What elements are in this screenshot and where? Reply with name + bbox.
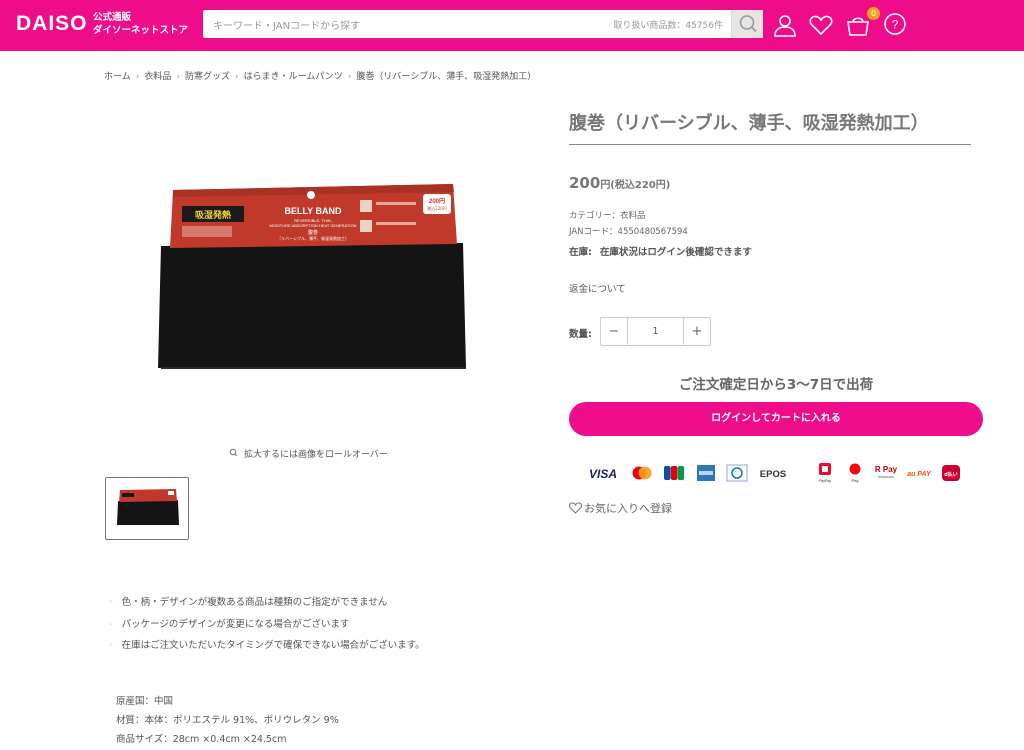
product-price: 200円(税込220円) [569, 173, 670, 192]
package-price-tax: 税込220円 [427, 205, 447, 211]
merpay-logo: Pay [849, 463, 861, 483]
svg-text:au PAY: au PAY [907, 471, 932, 478]
price-value: 200 [569, 174, 601, 192]
breadcrumb-separator: › [176, 72, 180, 82]
quantity-increase-button[interactable]: + [683, 318, 710, 345]
daiso-logo[interactable]: DAISO [16, 12, 88, 36]
product-main-image[interactable]: 吸湿発熱 BELLY BAND REVERSIBLE, THIN, MOISTU… [105, 110, 520, 430]
spec-origin: 原産国：中国 [116, 696, 174, 707]
breadcrumb-haramaki[interactable]: はらまき・ルームパンツ [244, 72, 343, 82]
notes-list: 色・柄・デザインが複数ある商品は種類のご指定ができません パッケージのデザインが… [108, 594, 425, 659]
product-category[interactable]: カテゴリー：衣料品 [569, 209, 646, 221]
breadcrumb-clothing[interactable]: 衣料品 [144, 72, 171, 82]
site-header: DAISO 公式通販 ダイソーネットストア キーワード・JANコードから探す 取… [0, 0, 1024, 51]
package-jp-name: 腹巻 [308, 229, 318, 236]
search-button[interactable] [731, 10, 763, 38]
logo-subtitle[interactable]: 公式通販 ダイソーネットストア [93, 11, 188, 37]
d-barai-logo: d払い [942, 465, 960, 481]
title-divider [569, 144, 971, 145]
svg-text:EPOS: EPOS [760, 469, 786, 480]
product-jan: JANコード：4550480567594 [569, 227, 688, 237]
breadcrumb: ホーム › 衣料品 › 防寒グッズ › はらまき・ルームパンツ › 腹巻（リバーシブル、薄手、吸… [104, 69, 536, 82]
logo-subtitle-line2: ダイソーネットストア [93, 25, 189, 36]
note-item: パッケージのデザインが変更になる場合がございます [108, 616, 425, 638]
spec-size: 商品サイズ：28cm ×0.4cm ×24.5cm [116, 734, 287, 745]
search-input[interactable]: キーワード・JANコードから探す [213, 17, 360, 32]
search-icon [739, 15, 757, 33]
amex-logo [697, 465, 715, 481]
heart-icon[interactable] [808, 12, 834, 38]
magnifier-icon [229, 448, 238, 457]
rakuten-pay-logo: R Pay [875, 465, 898, 478]
help-icon[interactable]: ? [882, 12, 908, 38]
package-title: BELLY BAND [284, 206, 342, 216]
svg-text:?: ? [892, 18, 899, 32]
note-item: 在庫はご注文いただいたタイミングで確保できない場合がございます。 [108, 637, 425, 659]
diners-logo [726, 464, 748, 482]
logo-subtitle-line1: 公式通販 [93, 12, 132, 23]
product-count: 取り扱い商品数：45756件 [613, 21, 723, 31]
refund-link[interactable]: 返金について [569, 281, 626, 295]
quantity-input[interactable]: 1 [628, 318, 683, 345]
svg-text:Pay: Pay [852, 478, 859, 483]
product-thumbnail[interactable] [105, 477, 189, 540]
heart-outline-icon [568, 502, 583, 514]
shipping-info: ご注文確定日から3〜7日で出荷 [678, 377, 874, 393]
epos-logo: EPOS [760, 469, 786, 480]
user-icon[interactable] [772, 12, 798, 38]
svg-text:PayPay: PayPay [819, 479, 831, 483]
quantity-decrease-button[interactable]: − [601, 318, 628, 345]
breadcrumb-separator: › [135, 72, 140, 82]
breadcrumb-cold-goods[interactable]: 防寒グッズ [185, 72, 230, 82]
search-bar[interactable]: キーワード・JANコードから探す 取り扱い商品数：45756件 [203, 10, 763, 38]
package-subtitle-2: MOISTURE ABSORPTION HEAT GENERATION [270, 223, 357, 228]
cart-count-badge: 0 [867, 7, 880, 20]
thumbnail-image [117, 489, 179, 525]
product-title: 腹巻（リバーシブル、薄手、吸湿発熱加工） [569, 113, 929, 134]
breadcrumb-home[interactable]: ホーム [104, 72, 131, 82]
add-to-cart-button[interactable]: ログインしてカートに入れる [569, 402, 983, 436]
spec-material: 材質：本体：ポリエステル 91%、ポリウレタン 9% [116, 715, 339, 726]
stock-value: 在庫状況はログイン後確認できます [599, 247, 752, 258]
package-feature-text: 吸湿発熱 [195, 209, 231, 221]
paypay-logo: PayPay [819, 463, 831, 483]
favorite-button[interactable]: お気に入りへ登録 [568, 500, 672, 516]
package-jp-desc: （リバーシブル、薄手、吸湿発熱加工） [277, 235, 349, 241]
zoom-hint: 拡大するには画像をロールオーバー [228, 447, 388, 460]
quantity-label: 数量: [569, 329, 592, 340]
jcb-logo [664, 466, 685, 480]
svg-text:R Pay: R Pay [875, 465, 898, 474]
breadcrumb-separator: › [347, 72, 352, 82]
price-suffix: 円(税込220円) [600, 180, 671, 191]
breadcrumb-separator: › [234, 72, 239, 82]
breadcrumb-current: 腹巻（リバーシブル、薄手、吸湿発熱加工） [356, 72, 537, 82]
svg-text:d払い: d払い [944, 471, 958, 478]
visa-logo: VISA [589, 467, 617, 481]
svg-text:VISA: VISA [589, 467, 617, 481]
mastercard-logo [632, 466, 652, 480]
favorite-label: お気に入りへ登録 [584, 502, 672, 515]
au-pay-logo: au PAY [907, 471, 932, 478]
stock-label: 在庫: [569, 247, 592, 258]
product-specs: 原産国：中国 材質：本体：ポリエステル 91%、ポリウレタン 9% 商品サイズ：… [116, 693, 339, 750]
package-price: 200円 [429, 198, 445, 205]
zoom-hint-text: 拡大するには画像をロールオーバー [244, 450, 388, 460]
stock-status: 在庫: 在庫状況はログイン後確認できます [569, 244, 752, 258]
note-item: 色・柄・デザインが複数ある商品は種類のご指定ができません [108, 594, 425, 616]
quantity-stepper: − 1 + [600, 317, 711, 346]
